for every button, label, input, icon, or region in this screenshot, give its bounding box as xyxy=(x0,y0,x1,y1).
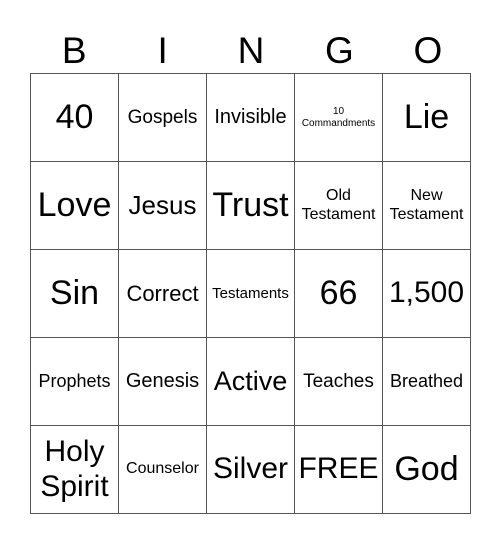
grid-row: Holy Spirit Counselor Silver FREE God xyxy=(30,425,471,514)
header-letter-n: N xyxy=(237,30,265,71)
grid-row: Love Jesus Trust Old Testament New Testament xyxy=(30,161,471,250)
bingo-cell[interactable]: Testaments xyxy=(206,249,295,338)
bingo-cell[interactable]: Breathed xyxy=(382,337,471,426)
bingo-cell[interactable]: Jesus xyxy=(118,161,207,250)
bingo-header: B I N G O xyxy=(30,30,472,72)
bingo-cell[interactable]: 10 Commandments xyxy=(294,73,383,162)
header-letter-b: B xyxy=(61,30,87,71)
bingo-cell[interactable]: Prophets xyxy=(30,337,119,426)
header-letter-i: I xyxy=(157,30,168,71)
bingo-cell[interactable]: Teaches xyxy=(294,337,383,426)
bingo-cell[interactable]: 40 xyxy=(30,73,119,162)
bingo-cell[interactable]: FREE xyxy=(294,425,383,514)
bingo-cell[interactable]: Genesis xyxy=(118,337,207,426)
bingo-cell[interactable]: Gospels xyxy=(118,73,207,162)
header-letter-g: G xyxy=(325,30,354,71)
grid-row: Sin Correct Testaments 66 1,500 xyxy=(30,249,471,338)
bingo-cell[interactable]: God xyxy=(382,425,471,514)
bingo-cell[interactable]: Holy Spirit xyxy=(30,425,119,514)
bingo-cell[interactable]: Sin xyxy=(30,249,119,338)
bingo-cell[interactable]: Counselor xyxy=(118,425,207,514)
grid-row: 40 Gospels Invisible 10 Commandments Lie xyxy=(30,73,471,162)
bingo-cell[interactable]: Old Testament xyxy=(294,161,383,250)
header-letter-o: O xyxy=(413,30,443,71)
bingo-cell[interactable]: New Testament xyxy=(382,161,471,250)
bingo-cell[interactable]: Trust xyxy=(206,161,295,250)
bingo-cell[interactable]: Invisible xyxy=(206,73,295,162)
bingo-cell[interactable]: Love xyxy=(30,161,119,250)
grid-row: Prophets Genesis Active Teaches Breathed xyxy=(30,337,471,426)
bingo-cell[interactable]: Correct xyxy=(118,249,207,338)
bingo-cell[interactable]: Silver xyxy=(206,425,295,514)
bingo-grid: 40 Gospels Invisible 10 Commandments Lie Love… xyxy=(30,73,471,514)
bingo-cell[interactable]: Lie xyxy=(382,73,471,162)
bingo-cell[interactable]: 1,500 xyxy=(382,249,471,338)
bingo-cell[interactable]: Active xyxy=(206,337,295,426)
bingo-cell[interactable]: 66 xyxy=(294,249,383,338)
